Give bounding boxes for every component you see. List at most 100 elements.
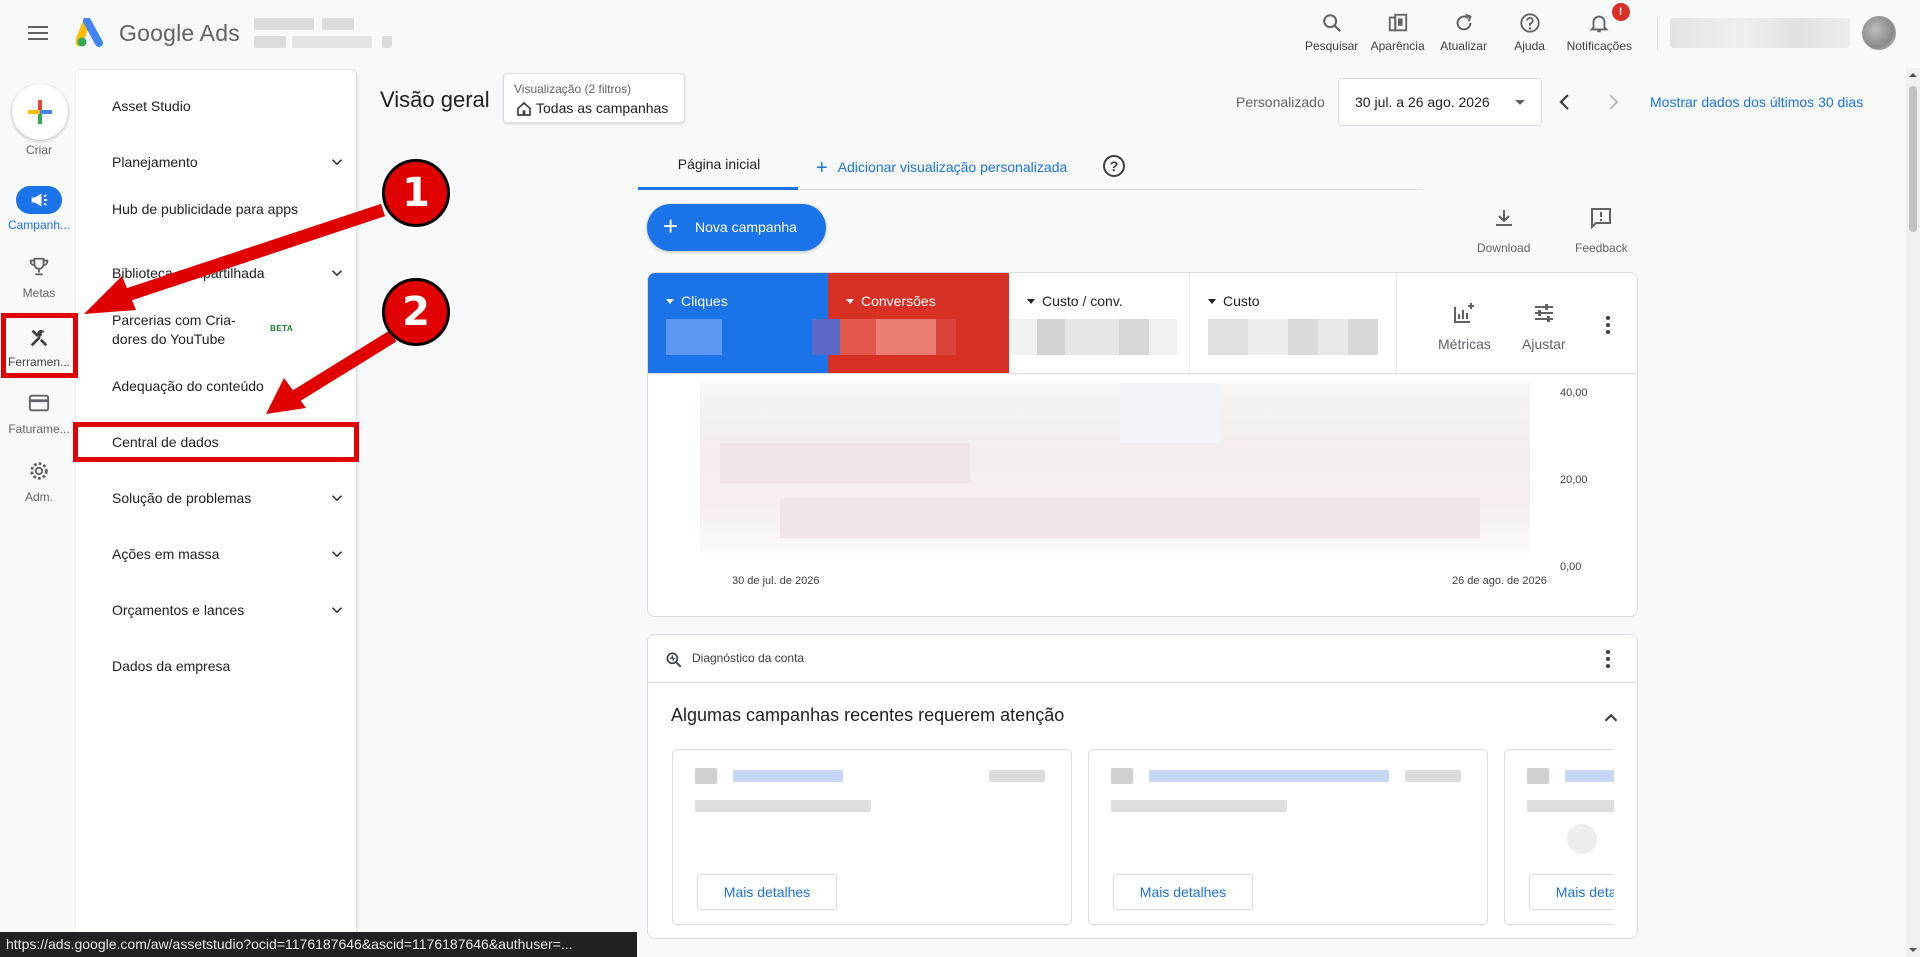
metric-name: Cliques <box>681 293 728 309</box>
download-label: Download <box>1477 241 1531 255</box>
menu-item-troubleshooting[interactable]: Solução de problemas <box>112 489 348 508</box>
user-email-blurred[interactable] <box>1670 18 1850 48</box>
google-ads-logo-icon <box>76 18 103 47</box>
rail-label-goals: Metas <box>22 286 56 300</box>
rail-item-admin[interactable]: Adm. <box>0 458 78 516</box>
chevron-right-icon[interactable] <box>1601 90 1625 114</box>
tune-icon <box>1534 304 1553 322</box>
menu-item-business-data[interactable]: Dados da empresa <box>112 657 348 676</box>
refresh-icon <box>1451 10 1477 36</box>
tab-home[interactable]: Página inicial <box>640 156 798 190</box>
metrics-label: Métricas <box>1438 336 1491 352</box>
menu-item-content-suitability[interactable]: Adequação do conteúdo <box>112 377 348 396</box>
campaign-attention-card: Mais detalhes <box>1504 749 1614 925</box>
chevron-down-icon <box>331 607 343 614</box>
rail-item-billing[interactable]: Faturame... <box>0 390 78 448</box>
filter-sub-label: Visualização (2 filtros) <box>514 82 632 96</box>
metric-cost[interactable]: Custo <box>1190 273 1397 373</box>
avatar[interactable] <box>1862 16 1896 50</box>
appearance-icon <box>1385 10 1411 36</box>
menu-label: Dados da empresa <box>112 658 231 674</box>
metrics-button[interactable]: Métricas <box>1438 301 1491 352</box>
chevron-down-icon <box>331 159 343 166</box>
menu-label: Adequação do conteúdo <box>112 378 264 394</box>
more-details-button[interactable]: Mais detalhes <box>1113 874 1253 910</box>
search-icon <box>1319 10 1345 36</box>
rail-label-billing: Faturame... <box>8 422 70 436</box>
feedback-icon <box>1591 208 1612 230</box>
top-actions: Pesquisar Aparência Atualizar Ajuda ! No… <box>1303 3 1632 58</box>
menu-label: Asset Studio <box>112 98 191 114</box>
date-range-select[interactable]: 30 jul. a 26 ago. 2026 <box>1338 78 1542 126</box>
chevron-down-icon <box>331 551 343 558</box>
create-label: Criar <box>26 143 52 157</box>
more-vert-icon[interactable] <box>1596 313 1620 337</box>
metric-name: Conversões <box>861 293 936 309</box>
menu-item-youtube-creators[interactable]: Parcerias com Cria-dores do YouTube BETA <box>112 311 293 349</box>
menu-label: Orçamentos e lances <box>112 602 245 618</box>
menu-item-shared-library[interactable]: Biblioteca compartilhada <box>112 264 348 283</box>
performance-card: Cliques Conversões Custo / conv. Custo M… <box>647 272 1638 617</box>
menu-item-planning[interactable]: Planejamento <box>112 153 348 172</box>
metric-value-blurred <box>812 319 956 355</box>
metric-clicks[interactable]: Cliques <box>648 273 828 373</box>
metric-cost-per-conv[interactable]: Custo / conv. <box>1009 273 1190 373</box>
brand-name: Google Ads <box>119 20 240 46</box>
appearance-button[interactable]: Aparência <box>1369 8 1427 58</box>
menu-item-asset-studio[interactable]: Asset Studio <box>112 97 348 116</box>
add-view-label: Adicionar visualização personalizada <box>837 159 1068 175</box>
refresh-button[interactable]: Atualizar <box>1435 8 1493 58</box>
rail-label-admin: Adm. <box>24 490 53 504</box>
search-label: Pesquisar <box>1304 39 1359 53</box>
scroll-up-arrow-icon[interactable] <box>1907 70 1919 80</box>
help-button[interactable]: Ajuda <box>1501 8 1559 58</box>
last-30-days-link[interactable]: Mostrar dados dos últimos 30 dias <box>1650 94 1863 110</box>
search-button[interactable]: Pesquisar <box>1303 8 1361 58</box>
campaign-attention-card: Mais detalhes <box>672 749 1072 925</box>
new-campaign-button[interactable]: + Nova campanha <box>647 204 826 251</box>
more-details-button[interactable]: Mais detalhes <box>697 874 837 910</box>
topbar-divider <box>1657 18 1658 50</box>
help-label: Ajuda <box>1514 39 1545 53</box>
top-bar: Google Ads Pesquisar Aparência Atualizar… <box>0 0 1920 68</box>
scroll-down-arrow-icon[interactable] <box>1907 945 1919 955</box>
chart-area-blurred <box>700 383 1530 553</box>
rail-item-goals[interactable]: Metas <box>0 254 78 312</box>
feedback-button[interactable]: Feedback <box>1575 206 1628 255</box>
notifications-label: Notificações <box>1566 39 1632 53</box>
account-selector-blurred[interactable] <box>254 16 394 52</box>
menu-item-app-ads-hub[interactable]: Hub de publicidade para apps <box>112 200 302 219</box>
adjust-button[interactable]: Ajustar <box>1522 301 1566 352</box>
download-icon <box>1495 210 1512 226</box>
blur-block <box>780 498 1480 538</box>
chevron-left-icon[interactable] <box>1553 90 1577 114</box>
metric-value-blurred <box>666 319 722 355</box>
trophy-icon <box>24 254 54 280</box>
download-button[interactable]: Download <box>1477 206 1530 255</box>
help-circle-icon[interactable]: ? <box>1103 155 1125 177</box>
add-custom-view-tab[interactable]: + Adicionar visualização personalizada <box>816 157 1067 180</box>
rail-item-campaigns[interactable]: Campanh... <box>0 186 78 244</box>
scrollbar-thumb[interactable] <box>1909 86 1917 232</box>
add-chart-icon <box>1454 303 1475 323</box>
notifications-button[interactable]: ! Notificações <box>1566 3 1632 58</box>
beta-badge: BETA <box>270 324 294 333</box>
gear-icon <box>24 458 54 484</box>
menu-icon[interactable] <box>28 24 50 42</box>
menu-label: Hub de publicidade para apps <box>112 201 299 217</box>
menu-label: Solução de problemas <box>112 490 252 506</box>
more-details-button[interactable]: Mais detalhes <box>1529 874 1614 910</box>
menu-item-budgets-bids[interactable]: Orçamentos e lances <box>112 601 348 620</box>
campaigns-icon <box>16 186 62 214</box>
appearance-label: Aparência <box>1370 39 1425 53</box>
view-filter-chip[interactable]: Visualização (2 filtros) Todas as campan… <box>503 73 685 123</box>
menu-item-bulk-actions[interactable]: Ações em massa <box>112 545 348 564</box>
caret-down-icon <box>1515 100 1525 105</box>
create-button[interactable] <box>12 84 68 140</box>
step-2-marker: 2 <box>382 278 450 346</box>
metric-name: Custo / conv. <box>1042 293 1123 309</box>
metric-conversions[interactable]: Conversões <box>812 273 1009 373</box>
y-tick-label: 20,00 <box>1560 474 1588 486</box>
google-ads-window: Google Ads Pesquisar Aparência Atualizar… <box>0 0 1920 957</box>
blur-block <box>720 443 970 483</box>
